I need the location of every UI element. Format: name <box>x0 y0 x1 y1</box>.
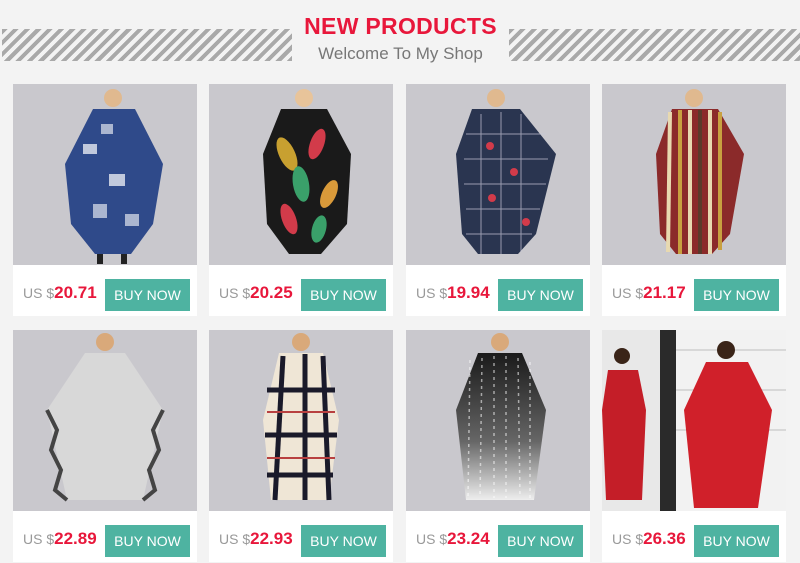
section-title: NEW PRODUCTS <box>304 13 497 39</box>
price-amount: 22.93 <box>250 529 293 548</box>
product-image[interactable] <box>406 330 590 511</box>
buy-now-button[interactable]: BUY NOW <box>301 525 386 557</box>
product-price: US $23.24 <box>416 529 490 549</box>
section-subtitle: Welcome To My Shop <box>318 44 483 63</box>
price-amount: 22.89 <box>54 529 97 548</box>
price-amount: 19.94 <box>447 283 490 302</box>
price-currency: US $ <box>219 285 251 301</box>
product-card[interactable]: US $26.36 BUY NOW <box>602 330 786 562</box>
price-amount: 21.17 <box>643 283 686 302</box>
price-currency: US $ <box>23 531 55 547</box>
product-image[interactable] <box>209 84 393 265</box>
product-card[interactable]: US $20.25 BUY NOW <box>209 84 393 316</box>
decorative-stripe-left <box>2 29 292 61</box>
buy-now-button[interactable]: BUY NOW <box>105 525 190 557</box>
buy-now-button[interactable]: BUY NOW <box>301 279 386 311</box>
product-image[interactable] <box>13 84 197 265</box>
buy-now-button[interactable]: BUY NOW <box>498 279 583 311</box>
product-price: US $21.17 <box>612 283 686 303</box>
product-card[interactable]: US $22.93 BUY NOW <box>209 330 393 562</box>
buy-now-button[interactable]: BUY NOW <box>694 525 779 557</box>
product-price: US $22.89 <box>23 529 97 549</box>
product-price: US $22.93 <box>219 529 293 549</box>
product-price: US $20.25 <box>219 283 293 303</box>
product-card[interactable]: US $20.71 BUY NOW <box>13 84 197 316</box>
price-currency: US $ <box>219 531 251 547</box>
price-amount: 20.71 <box>54 283 97 302</box>
product-image[interactable] <box>406 84 590 265</box>
price-currency: US $ <box>612 285 644 301</box>
decorative-stripe-right <box>509 29 800 61</box>
buy-now-button[interactable]: BUY NOW <box>498 525 583 557</box>
price-currency: US $ <box>416 531 448 547</box>
product-card[interactable]: US $22.89 BUY NOW <box>13 330 197 562</box>
price-currency: US $ <box>23 285 55 301</box>
buy-now-button[interactable]: BUY NOW <box>694 279 779 311</box>
buy-now-button[interactable]: BUY NOW <box>105 279 190 311</box>
product-card[interactable]: US $21.17 BUY NOW <box>602 84 786 316</box>
product-image[interactable] <box>209 330 393 511</box>
price-amount: 26.36 <box>643 529 686 548</box>
price-currency: US $ <box>416 285 448 301</box>
product-card[interactable]: US $23.24 BUY NOW <box>406 330 590 562</box>
product-image[interactable] <box>602 330 786 511</box>
price-currency: US $ <box>612 531 644 547</box>
product-image[interactable] <box>13 330 197 511</box>
product-price: US $20.71 <box>23 283 97 303</box>
price-amount: 20.25 <box>250 283 293 302</box>
product-price: US $19.94 <box>416 283 490 303</box>
section-header: NEW PRODUCTS Welcome To My Shop <box>0 0 800 80</box>
product-price: US $26.36 <box>612 529 686 549</box>
product-image[interactable] <box>602 84 786 265</box>
price-amount: 23.24 <box>447 529 490 548</box>
product-card[interactable]: US $19.94 BUY NOW <box>406 84 590 316</box>
